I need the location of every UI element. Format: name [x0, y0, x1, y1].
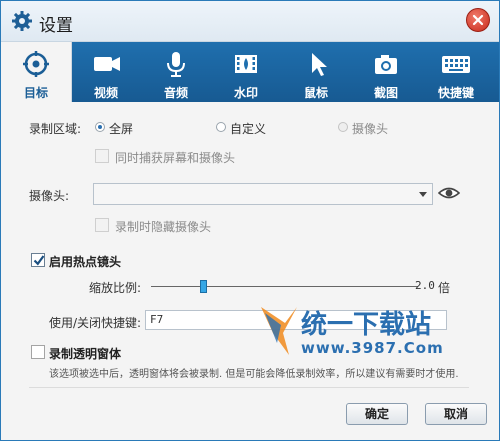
- record-area-label: 录制区域:: [29, 122, 82, 136]
- target-icon: [23, 51, 49, 77]
- radio-fullscreen[interactable]: [95, 122, 105, 132]
- camera-icon: [375, 55, 397, 74]
- microphone-icon: [167, 52, 185, 77]
- video-camera-icon: [94, 57, 120, 71]
- tab-label: 鼠标: [303, 86, 328, 100]
- site-logo-icon: [261, 307, 297, 355]
- radio-webcam[interactable]: [338, 122, 348, 132]
- tab-label: 视频: [93, 86, 118, 100]
- capture-both-label: 同时捕获屏幕和摄像头: [115, 151, 236, 165]
- capture-both-checkbox[interactable]: [95, 149, 109, 163]
- camera-select[interactable]: [93, 183, 433, 205]
- tab-screenshot[interactable]: 截图: [351, 42, 421, 102]
- tab-label: 截图: [373, 86, 398, 100]
- watermark-url: www.3987.Com: [301, 339, 444, 357]
- mouse-pointer-icon: [312, 53, 327, 76]
- tab-label: 目标: [23, 86, 48, 100]
- transparent-description: 该选项被选中后，透明窗体将会被录制. 但是可能会降低录制效率，所以建议有需要时才…: [49, 369, 459, 380]
- tab-bar: 目标 视频 音频 水印 鼠标 截图 快捷键: [1, 42, 499, 102]
- zoom-slider-thumb[interactable]: [200, 280, 207, 293]
- gear-icon: [12, 11, 32, 31]
- watermark-icon: [235, 55, 257, 73]
- tab-video[interactable]: 视频: [71, 42, 141, 102]
- window-title: 设置: [39, 16, 73, 36]
- close-button[interactable]: [466, 8, 490, 32]
- radio-fullscreen-label: 全屏: [109, 122, 134, 136]
- zoom-unit: 倍: [438, 281, 451, 295]
- chevron-down-icon: [419, 192, 427, 197]
- zoom-label: 缩放比例:: [89, 281, 142, 295]
- ok-button[interactable]: 确定: [346, 403, 408, 425]
- hotspot-checkbox[interactable]: [31, 253, 45, 267]
- tab-mouse[interactable]: 鼠标: [281, 42, 351, 102]
- watermark-title: 统一下载站: [301, 310, 432, 340]
- shortcut-label: 使用/关闭快捷键:: [49, 316, 142, 330]
- tab-target[interactable]: 目标: [1, 42, 72, 102]
- radio-webcam-label: 摄像头: [352, 122, 389, 136]
- tab-watermark[interactable]: 水印: [211, 42, 281, 102]
- cancel-button[interactable]: 取消: [425, 403, 487, 425]
- tab-label: 水印: [233, 86, 258, 100]
- transparent-checkbox[interactable]: [31, 345, 45, 359]
- camera-label: 摄像头:: [29, 189, 70, 203]
- zoom-slider-track[interactable]: [151, 286, 418, 287]
- radio-custom[interactable]: [216, 122, 226, 132]
- title-bar: 设置: [1, 1, 499, 42]
- zoom-value: 2.0: [415, 279, 435, 292]
- radio-custom-label: 自定义: [230, 122, 267, 136]
- keyboard-icon: [442, 56, 470, 73]
- eye-icon[interactable]: [438, 184, 460, 202]
- hotspot-label: 启用热点镜头: [49, 255, 122, 269]
- settings-window: 设置 目标 视频 音频 水印 鼠标 截图 快捷键 录制区域: 全屏 自定义 摄像…: [0, 0, 500, 441]
- hide-camera-checkbox[interactable]: [95, 218, 109, 232]
- hide-camera-label: 录制时隐藏摄像头: [115, 220, 212, 234]
- close-icon: [472, 14, 484, 26]
- tab-audio[interactable]: 音频: [141, 42, 211, 102]
- tab-label: 音频: [163, 86, 188, 100]
- checkmark-icon: [33, 255, 45, 266]
- transparent-label: 录制透明窗体: [49, 347, 122, 361]
- tab-shortcuts[interactable]: 快捷键: [421, 42, 491, 102]
- divider: [29, 387, 469, 388]
- tab-label: 快捷键: [437, 86, 474, 100]
